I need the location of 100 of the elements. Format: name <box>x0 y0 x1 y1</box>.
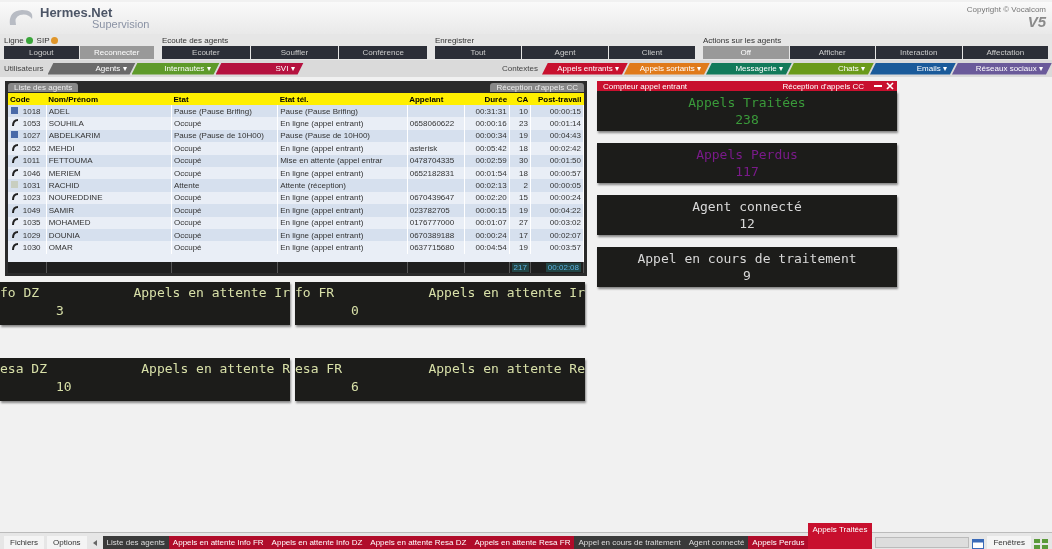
table-cell: 0637715680 <box>407 241 465 254</box>
table-cell: 00:02:59 <box>464 154 510 167</box>
counter-label: Agent connecté <box>692 198 802 215</box>
ribbon-label: Utilisateurs <box>4 64 44 73</box>
table-cell: 19 <box>509 204 531 217</box>
table-cell: 00:02:07 <box>530 228 584 242</box>
taskbar-item[interactable]: Appel en cours de traitement <box>574 536 685 549</box>
table-cell: 00:00:05 <box>530 179 584 192</box>
table-cell: ADEL <box>46 105 172 118</box>
grid-icon[interactable] <box>1034 539 1048 549</box>
taskbar-item[interactable]: Appels en attente Info DZ <box>267 536 367 549</box>
table-cell: 023782705 <box>407 204 465 217</box>
table-cell: 00:04:43 <box>530 129 584 143</box>
table-cell: 2 <box>509 179 531 192</box>
taskbar-item[interactable]: Liste des agents <box>102 536 169 549</box>
table-cell: 30 <box>509 154 531 167</box>
total-ca: 217 <box>511 262 529 272</box>
display-label: Appels en attente Ir <box>428 283 585 302</box>
group-title: Enregistrer <box>435 35 475 45</box>
table-cell: 23 <box>509 117 531 130</box>
table-cell: Occupé <box>171 142 278 155</box>
table-cell: Pause (Pause de 10H00) <box>171 129 278 143</box>
close-icon[interactable] <box>886 82 894 90</box>
counter-value: 117 <box>735 163 759 180</box>
taskbar-item[interactable]: Appels en attente Resa FR <box>470 536 575 549</box>
table-cell: En ligne (appel entrant) <box>277 204 408 217</box>
table-cell: 1049 <box>20 204 47 217</box>
column-header[interactable]: Etat tél. <box>277 93 408 105</box>
table-cell: En ligne (appel entrant) <box>277 216 408 229</box>
taskbar-item[interactable]: Appels Perdus <box>748 536 809 549</box>
column-header[interactable]: Durée <box>464 93 510 105</box>
toolbar-button[interactable]: Afficher <box>789 46 875 59</box>
table-cell: FETTOUMA <box>46 154 172 167</box>
table-cell: Occupé <box>171 241 278 254</box>
display-value: 3 <box>56 301 65 320</box>
status-label: SIP <box>36 35 50 45</box>
table-cell: Mise en attente (appel entrar <box>277 154 408 167</box>
column-header[interactable]: Post-travail <box>530 93 584 105</box>
table-cell: 00:04:22 <box>530 204 584 217</box>
version-logo: V5 <box>1027 14 1046 29</box>
column-header[interactable]: Code <box>8 93 47 105</box>
toolbar-button[interactable]: Agent <box>522 46 608 59</box>
ribbon-tab[interactable]: Messagerie ▾ <box>706 62 792 75</box>
toolbar-button[interactable]: Affectation <box>962 46 1048 59</box>
menu-button[interactable]: Fenêtres <box>987 536 1031 549</box>
table-cell: OMAR <box>46 241 172 254</box>
table-cell: 00:31:31 <box>464 105 510 118</box>
table-cell: 00:02:13 <box>464 179 510 192</box>
table-cell: Pause (Pause Brifing) <box>277 105 408 118</box>
table-cell: Occupé <box>171 228 278 242</box>
taskbar-item[interactable]: Appels Traitées <box>808 523 872 549</box>
table-cell: Occupé <box>171 204 278 217</box>
ribbon-tab[interactable]: Agents ▾ <box>47 62 136 75</box>
table-cell: 1018 <box>20 105 47 118</box>
menu-button[interactable]: Options <box>47 536 87 549</box>
taskbar-item[interactable]: Appels en attente Resa DZ <box>366 536 471 549</box>
table-cell: 00:00:24 <box>464 228 510 242</box>
window-icon[interactable] <box>972 539 985 549</box>
table-cell: 00:01:50 <box>530 154 584 167</box>
app-subtitle: Supervision <box>92 19 150 30</box>
status-label: Ligne <box>4 35 24 45</box>
toolbar-button[interactable]: Conférence <box>339 46 427 59</box>
column-header[interactable]: CA <box>509 93 531 105</box>
copyright-text: Copyright © Vocalcom <box>966 5 1046 14</box>
toolbar-button[interactable]: Souffler <box>250 46 339 59</box>
ribbon-tab[interactable]: Réseaux sociaux ▾ <box>952 62 1052 75</box>
toolbar-button[interactable]: Interaction <box>876 46 962 59</box>
ribbon-tab[interactable]: Emails ▾ <box>870 62 956 75</box>
display-label: Appels en attente Ir <box>133 283 290 302</box>
ribbon-tab[interactable]: Appels entrants ▾ <box>542 62 628 75</box>
taskbar-item[interactable]: Agent connecté <box>684 536 749 549</box>
table-cell: 0478704335 <box>407 154 465 167</box>
toolbar-button[interactable]: Tout <box>435 46 521 59</box>
table-cell: Attente (réception) <box>277 179 408 192</box>
ribbon-tab[interactable]: SVI ▾ <box>215 62 304 75</box>
table-cell: En ligne (appel entrant) <box>277 142 408 155</box>
toolbar-button[interactable]: Ecouter <box>162 46 250 59</box>
table-cell: 00:05:42 <box>464 142 510 155</box>
table-cell: 27 <box>509 216 531 229</box>
display-queue-name: esa FR <box>295 359 342 378</box>
table-cell: ABDELKARIM <box>46 129 172 143</box>
table-cell: DOUNIA <box>46 228 172 242</box>
group-title: Actions sur les agents <box>703 35 782 45</box>
counter-label: Appels Traitées <box>688 94 806 111</box>
display-value: 10 <box>56 377 73 396</box>
column-header[interactable]: Nom/Prénom <box>46 93 172 105</box>
table-cell: 00:03:57 <box>530 241 584 254</box>
table-cell: Attente <box>171 179 278 192</box>
taskbar-item[interactable]: Appels en attente Info FR <box>168 536 268 549</box>
table-cell: Occupé <box>171 154 278 167</box>
table-cell: 1029 <box>20 228 47 242</box>
scroll-left-icon[interactable] <box>92 540 97 546</box>
toolbar-button[interactable]: Logout <box>4 46 79 59</box>
column-header[interactable]: Etat <box>171 93 278 105</box>
menu-button[interactable]: Fichiers <box>4 536 44 549</box>
column-header[interactable]: Appelant <box>407 93 465 105</box>
display-label: Appels en attente R <box>141 359 290 378</box>
toolbar-button[interactable]: Client <box>609 46 695 59</box>
table-cell: 00:03:02 <box>530 216 584 229</box>
display-queue-name: fo FR <box>295 283 335 302</box>
